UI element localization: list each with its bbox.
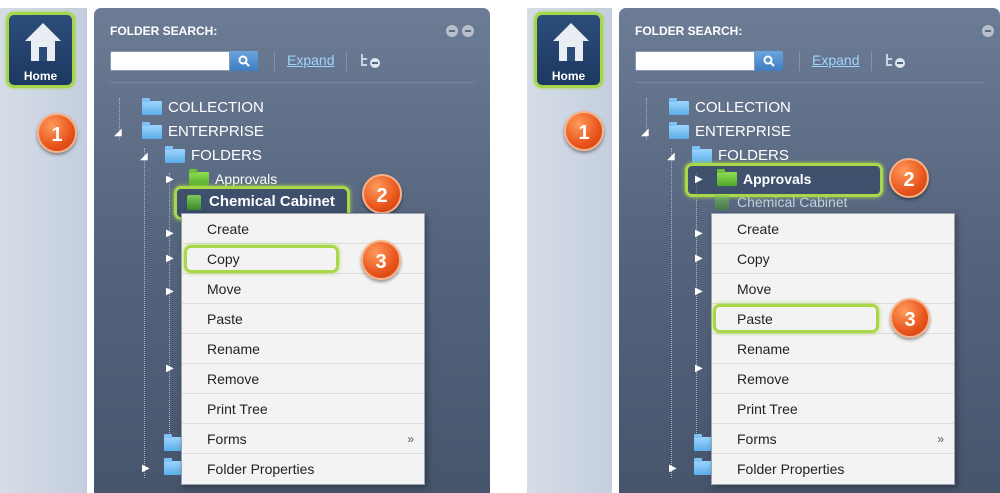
home-icon — [553, 23, 589, 61]
folder-icon — [669, 98, 689, 115]
menu-item-folder-properties[interactable]: Folder Properties — [712, 454, 954, 484]
menu-item-folder-properties[interactable]: Folder Properties — [182, 454, 424, 484]
divider — [274, 51, 275, 71]
folder-icon — [692, 146, 712, 163]
search-input[interactable] — [110, 51, 230, 71]
divider — [635, 82, 984, 83]
step-badge-1: 1 — [564, 111, 604, 151]
tree-guide — [144, 148, 145, 478]
step-badge-2: 2 — [889, 158, 929, 198]
folder-icon — [142, 98, 162, 115]
search-button[interactable] — [230, 51, 258, 71]
expand-toggle-icon[interactable]: ▶ — [695, 286, 703, 297]
divider — [799, 51, 800, 71]
expand-toggle-icon[interactable]: ▶ — [166, 253, 174, 264]
menu-item-paste[interactable]: Paste — [182, 304, 424, 334]
folder-icon — [142, 122, 162, 139]
expand-toggle-icon[interactable]: ▶ — [166, 228, 174, 239]
search-icon — [238, 55, 250, 67]
menu-item-remove[interactable]: Remove — [182, 364, 424, 394]
menu-item-print-tree[interactable]: Print Tree — [182, 394, 424, 424]
tree-view-icon[interactable] — [885, 53, 909, 69]
context-menu: Create Copy Move Paste Rename Remove Pri… — [711, 213, 955, 485]
expand-link[interactable]: Expand — [812, 52, 859, 68]
home-button[interactable]: Home — [534, 12, 603, 88]
home-button[interactable]: Home — [6, 12, 75, 88]
minimize-icon[interactable] — [982, 25, 994, 37]
minimize-icon[interactable] — [446, 25, 458, 37]
home-label: Home — [551, 69, 586, 83]
expand-toggle-icon[interactable]: ▶ — [695, 363, 703, 374]
screenshot-left: Home 1 FOLDER SEARCH: Expand COLLECTION … — [0, 0, 490, 493]
screenshot-right: Home 1 FOLDER SEARCH: Expand COLLECTION … — [527, 0, 1000, 493]
collapse-toggle-icon[interactable]: ◢ — [114, 127, 122, 138]
home-icon — [25, 23, 61, 61]
submenu-arrow-icon: » — [937, 432, 944, 446]
step-badge-3: 3 — [890, 298, 930, 338]
expand-toggle-icon[interactable]: ▶ — [695, 228, 703, 239]
tree-view-icon[interactable] — [360, 53, 384, 69]
green-folder-icon — [189, 169, 209, 186]
menu-item-remove[interactable]: Remove — [712, 364, 954, 394]
panel-title: FOLDER SEARCH: — [110, 24, 218, 38]
divider — [346, 51, 347, 71]
cabinet-icon — [715, 195, 729, 210]
search-button[interactable] — [755, 51, 783, 71]
menu-item-forms[interactable]: Forms » — [712, 424, 954, 454]
folder-icon — [165, 146, 185, 163]
expand-toggle-icon[interactable]: ▶ — [695, 174, 703, 185]
expand-toggle-icon[interactable]: ▶ — [695, 253, 703, 264]
collapse-toggle-icon[interactable]: ◢ — [667, 151, 675, 162]
divider — [871, 51, 872, 71]
folder-icon — [669, 122, 689, 139]
menu-item-print-tree[interactable]: Print Tree — [712, 394, 954, 424]
expand-toggle-icon[interactable]: ▶ — [166, 174, 174, 185]
tree-guide — [671, 148, 672, 478]
cabinet-icon — [187, 195, 201, 210]
step-badge-3: 3 — [361, 240, 401, 280]
panel-title: FOLDER SEARCH: — [635, 24, 743, 38]
search-icon — [763, 55, 775, 67]
tree-guide — [169, 173, 170, 443]
tree-guide — [696, 173, 697, 443]
menu-item-create[interactable]: Create — [182, 214, 424, 244]
divider — [110, 82, 474, 83]
step-badge-2: 2 — [362, 174, 402, 214]
menu-item-forms-label: Forms — [737, 431, 777, 447]
step-badge-1: 1 — [37, 113, 77, 153]
menu-item-forms-label: Forms — [207, 431, 247, 447]
menu-item-forms[interactable]: Forms » — [182, 424, 424, 454]
search-input[interactable] — [635, 51, 755, 71]
menu-item-create[interactable]: Create — [712, 214, 954, 244]
highlight-copy — [184, 245, 339, 273]
menu-item-rename[interactable]: Rename — [182, 334, 424, 364]
collapse-toggle-icon[interactable]: ◢ — [140, 151, 148, 162]
menu-item-copy[interactable]: Copy — [712, 244, 954, 274]
home-label: Home — [23, 69, 58, 83]
submenu-arrow-icon: » — [407, 432, 414, 446]
highlight-paste — [713, 304, 879, 333]
expand-toggle-icon[interactable]: ▶ — [669, 463, 677, 474]
expand-toggle-icon[interactable]: ▶ — [142, 463, 150, 474]
collapse-toggle-icon[interactable]: ◢ — [641, 127, 649, 138]
expand-toggle-icon[interactable]: ▶ — [166, 363, 174, 374]
green-folder-icon — [717, 169, 737, 186]
expand-toggle-icon[interactable]: ▶ — [166, 286, 174, 297]
menu-item-rename[interactable]: Rename — [712, 334, 954, 364]
close-icon[interactable] — [462, 25, 474, 37]
expand-link[interactable]: Expand — [287, 52, 334, 68]
